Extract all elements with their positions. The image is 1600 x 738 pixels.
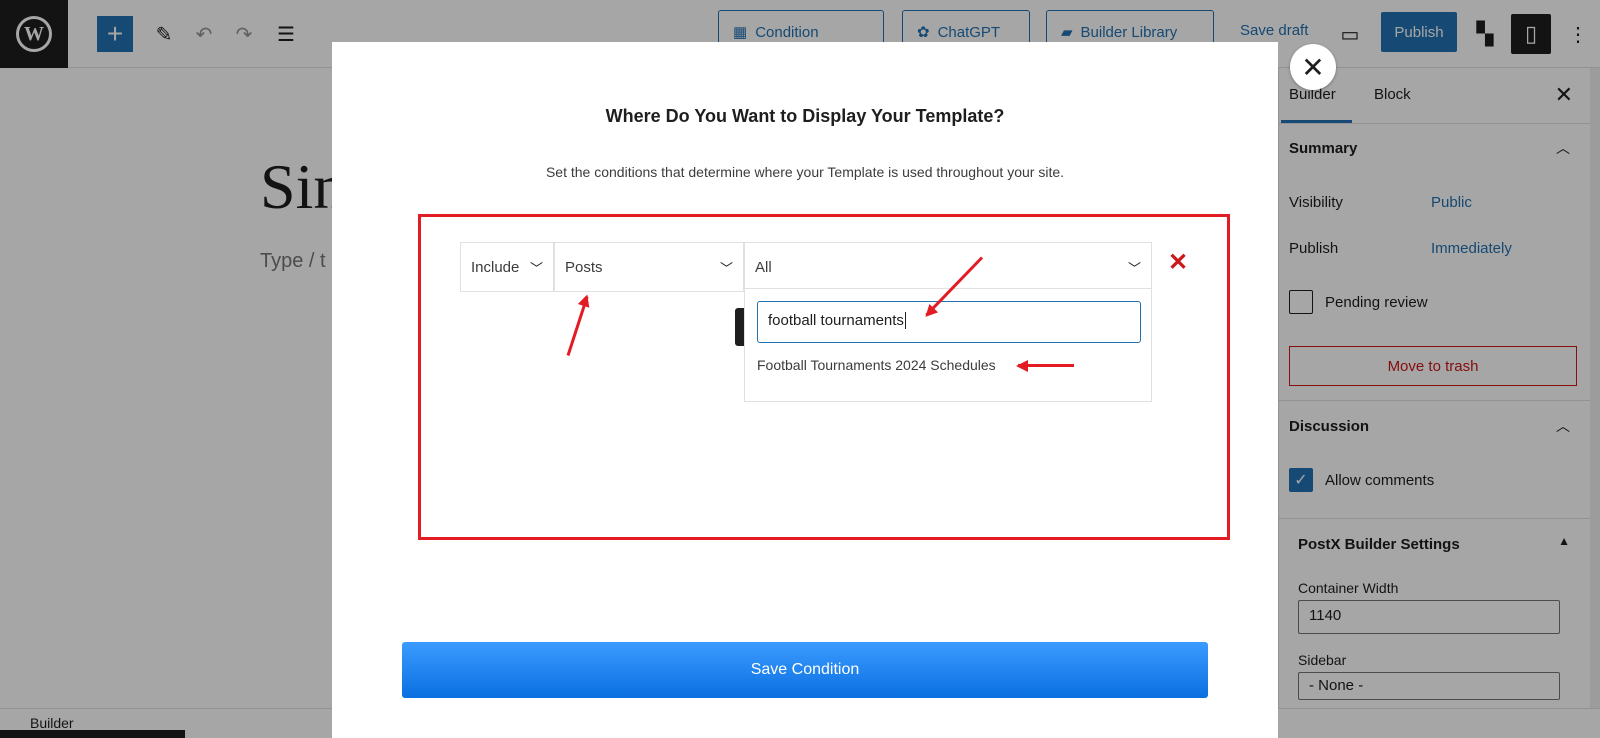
modal-title: Where Do You Want to Display Your Templa… bbox=[605, 106, 1005, 126]
chevron-down-icon: ﹀ bbox=[1127, 260, 1141, 276]
scope-search-input[interactable]: football tournaments bbox=[757, 301, 1141, 343]
scope-select-value: All bbox=[755, 258, 772, 276]
include-select-value: Include bbox=[471, 258, 520, 276]
post-type-select-value: Posts bbox=[565, 258, 603, 276]
condition-row: Include ﹀ Posts ﹀ All ﹀ bbox=[460, 242, 1152, 292]
include-select[interactable]: Include ﹀ bbox=[460, 242, 554, 292]
text-cursor bbox=[904, 312, 906, 329]
search-input-value: football tournaments bbox=[768, 312, 904, 329]
modal-subtitle: Set the conditions that determine where … bbox=[545, 164, 1065, 180]
close-modal-icon[interactable]: ✕ bbox=[1290, 44, 1336, 90]
chevron-down-icon: ﹀ bbox=[719, 260, 733, 276]
chevron-down-icon: ﹀ bbox=[529, 260, 543, 276]
display-conditions-modal: Where Do You Want to Display Your Templa… bbox=[332, 42, 1278, 738]
post-type-select[interactable]: Posts ﹀ bbox=[554, 242, 744, 292]
search-result-option[interactable]: Football Tournaments 2024 Schedules bbox=[757, 357, 996, 373]
remove-condition-icon[interactable]: ✕ bbox=[1168, 248, 1188, 277]
annotation-arrow-result bbox=[1018, 364, 1074, 367]
scope-search-dropdown: football tournaments Football Tournament… bbox=[744, 288, 1152, 402]
scope-select[interactable]: All ﹀ bbox=[744, 242, 1152, 292]
save-condition-button[interactable]: Save Condition bbox=[402, 642, 1208, 698]
